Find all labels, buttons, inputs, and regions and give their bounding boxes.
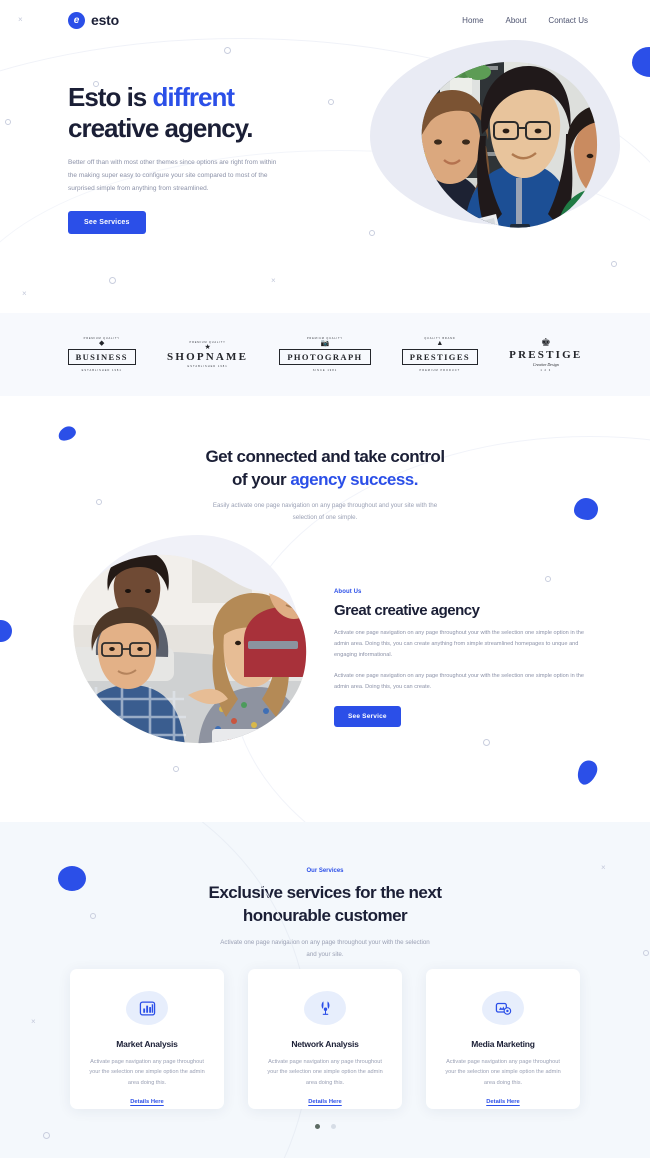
brand-tree-icon: ▲ [436,340,444,347]
decorative-ring [90,913,96,919]
hero-image-wrap [370,40,630,240]
icon-blob [126,991,168,1025]
brand-sub-text: SINCE 1981 [312,369,338,372]
icon-blob [482,991,524,1025]
decorative-ring [43,1132,50,1139]
hero-photo [421,61,598,228]
decorative-blue-blob [0,620,12,642]
about-eyebrow: About Us [334,589,362,595]
about-paragraph-2: Activate one page navigation on any page… [334,672,585,690]
brand-script-text: Creative Design [532,361,559,367]
see-services-button[interactable]: See Services [68,211,146,235]
connected-title-line2-accent: agency success. [290,469,418,489]
decorative-ring [483,739,490,746]
brand-logo-band: PREMIUM QUALITY ◆ BUSINESS ESTABLISHED 1… [0,313,650,396]
service-card-media-marketing[interactable]: Media Marketing Activate page navigation… [426,969,580,1109]
brand-logo-shopname: PREMIUM QUALITY ★ SHOPNAME ESTABLISHED 1… [167,341,248,368]
card-title: Market Analysis [116,1039,178,1049]
brand-crown-icon: ♚ [540,336,551,349]
carousel-dot-1[interactable] [314,1124,320,1129]
card-text: Activate page navigation any page throug… [267,1059,383,1086]
carousel-dot-2[interactable] [330,1124,336,1129]
decorative-blue-blob [56,424,78,443]
brand-name: PRESTIGES [401,349,479,365]
carousel-dots [0,1124,650,1129]
icon-blob [304,991,346,1025]
logo-text: esto [91,12,119,28]
service-card-network-analysis[interactable]: Network Analysis Activate page navigatio… [248,969,402,1109]
decorative-ring [545,576,551,582]
decorative-x: × [601,863,606,872]
hero-section: Esto is diffrent creative agency. Better… [0,0,650,310]
details-here-link[interactable]: Details Here [486,1099,520,1105]
connected-subtitle: Easily activate one page navigation on a… [212,502,438,521]
details-here-link[interactable]: Details Here [308,1099,342,1105]
nav-link-about[interactable]: About [506,16,527,25]
brand-emblem-icon: ◆ [99,340,105,347]
brand-sub-text: ESTABLISHED 1981 [187,365,228,368]
brand-sub-text: ESTABLISHED 1981 [81,369,122,372]
brand-logo-prestiges: QUALITY BRAND ▲ PRESTIGES PREMIUM PRODUC… [401,337,479,372]
details-here-link[interactable]: Details Here [130,1099,164,1105]
card-text: Activate page navigation any page throug… [445,1059,561,1086]
about-image-wrap [62,529,322,759]
logo-badge-icon: e [68,11,85,29]
hero-title-pre: Esto is [68,82,153,112]
about-paragraph-1: Activate one page navigation on any page… [334,630,585,659]
bar-chart-icon [139,1000,155,1016]
see-service-button[interactable]: See Service [334,705,401,727]
card-title: Media Marketing [471,1039,535,1049]
brand-sub-text: 1 2 3 [540,368,552,372]
card-title: Network Analysis [291,1039,359,1049]
media-marketing-icon [495,1002,511,1015]
about-copy: About Us Great creative agency Activate … [334,589,592,727]
about-photo [73,554,307,744]
decorative-ring [643,950,649,956]
hero-title-accent: diffrent [152,82,235,112]
connected-title-line1: Get connected and take control [205,447,445,466]
decorative-ring [173,766,179,772]
about-title: Great creative agency [334,602,480,619]
service-cards: Market Analysis Activate page navigation… [0,969,650,1109]
nav-links: Home About Contact Us [462,16,588,25]
logo[interactable]: e esto [68,11,119,29]
hero-title: Esto is diffrent creative agency. [68,82,293,143]
nav-link-contact-us[interactable]: Contact Us [548,16,588,25]
brand-logo-business: PREMIUM QUALITY ◆ BUSINESS ESTABLISHED 1… [67,337,136,372]
brand-name: SHOPNAME [167,351,249,363]
connected-title: Get connected and take control of your a… [0,446,650,491]
top-navigation: e esto Home About Contact Us [0,0,650,40]
brand-camera-icon: 📷 [320,340,330,347]
brand-name: BUSINESS [67,349,136,365]
hero-copy: Esto is diffrent creative agency. Better… [68,82,293,235]
hero-paragraph: Better off than with most other themes s… [68,159,277,193]
brand-name: PHOTOGRAPH [279,349,371,365]
card-text: Activate page navigation any page throug… [89,1059,205,1086]
brand-logo-photograph: PREMIUM QUALITY 📷 PHOTOGRAPH SINCE 1981 [279,337,371,372]
landing-page: × × × × e esto Home About Contact Us Est… [0,0,650,1158]
brand-name: PRESTIGE [509,348,583,361]
service-card-market-analysis[interactable]: Market Analysis Activate page navigation… [70,969,224,1109]
brand-logo-prestige: ♚ PRESTIGE Creative Design 1 2 3 [509,336,583,372]
network-signal-icon [321,1000,329,1015]
nav-link-home[interactable]: Home [462,16,483,25]
brand-emblem-icon: ★ [204,344,211,351]
decorative-blue-blob [58,866,86,891]
hero-title-post: creative agency. [68,112,253,143]
connected-title-line2-pre: of your [232,469,291,489]
brand-sub-text: PREMIUM PRODUCT [419,369,461,372]
